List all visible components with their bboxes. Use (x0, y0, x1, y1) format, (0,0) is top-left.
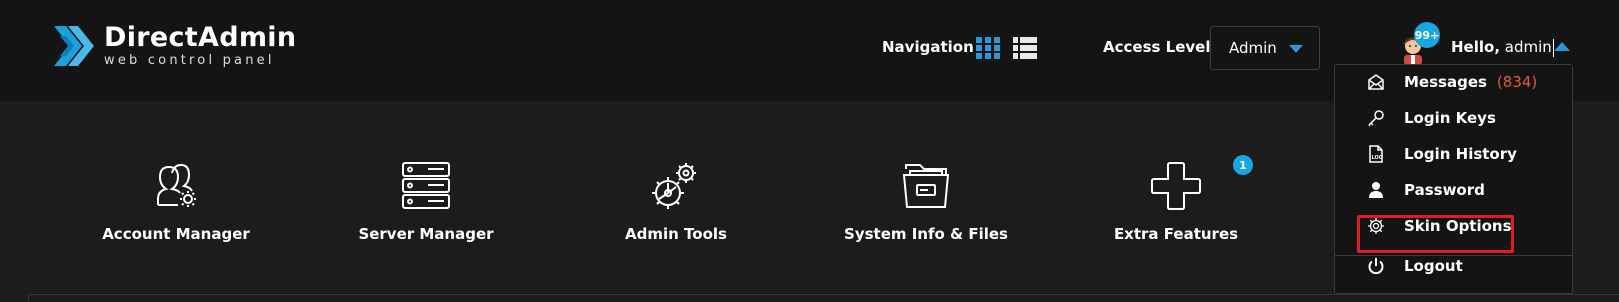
system-info-files-icon (902, 164, 950, 208)
user-icon (1369, 182, 1383, 198)
tile-server-manager[interactable]: Server Manager (326, 161, 526, 243)
menu-item-label: Skin Options (1404, 217, 1512, 235)
menu-item-label: Password (1404, 181, 1485, 199)
greeting-label: Hello, (1451, 38, 1501, 56)
menu-item-password[interactable]: Password (1335, 173, 1574, 207)
gear-icon (1368, 218, 1384, 234)
tile-label: Account Manager (102, 225, 250, 243)
power-icon (1368, 258, 1384, 275)
extra-features-icon (1151, 162, 1201, 210)
list-view-icon[interactable] (1013, 37, 1037, 59)
menu-item-label: Messages (834) (1404, 73, 1538, 91)
navigation-label: Navigation (882, 38, 974, 56)
brand-title: DirectAdmin (104, 22, 297, 53)
envelope-icon (1368, 74, 1384, 90)
caret-down-icon (1289, 45, 1303, 53)
tile-account-manager[interactable]: Account Manager (76, 161, 276, 243)
account-manager-icon (157, 163, 196, 207)
caret-up-icon[interactable] (1554, 42, 1570, 51)
directadmin-logo[interactable]: DirectAdmin web control panel (52, 20, 296, 72)
menu-item-label: Logout (1404, 257, 1463, 275)
username: admin (1504, 38, 1552, 56)
user-greeting[interactable]: Hello, admin (1451, 38, 1554, 57)
tile-label: Server Manager (358, 225, 494, 243)
tile-system-info-files[interactable]: System Info & Files (826, 161, 1026, 243)
tile-label: System Info & Files (844, 225, 1008, 243)
user-menu-dropdown: Messages (834) Login Keys LOG Login Histo… (1334, 64, 1573, 294)
access-level-value: Admin (1229, 39, 1277, 57)
server-manager-icon (402, 162, 450, 209)
tile-badge: 1 (1233, 155, 1253, 175)
log-file-icon: LOG (1369, 145, 1383, 163)
notification-badge: 99+ (1414, 22, 1440, 48)
grid-view-icon[interactable] (976, 37, 1000, 59)
menu-item-login-keys[interactable]: Login Keys (1335, 101, 1574, 135)
menu-item-label: Login Keys (1404, 109, 1496, 127)
content-panel (28, 294, 1619, 302)
message-count: (834) (1496, 73, 1538, 91)
brand-subtitle: web control panel (104, 53, 275, 68)
tile-label: Extra Features (1113, 225, 1239, 243)
tile-label: Admin Tools (625, 225, 727, 243)
menu-item-messages[interactable]: Messages (834) (1335, 65, 1574, 99)
admin-tools-icon (652, 163, 696, 209)
menu-item-login-history[interactable]: LOG Login History (1335, 137, 1574, 171)
access-level-select[interactable]: Admin (1210, 26, 1320, 70)
access-level-label: Access Level (1103, 38, 1211, 56)
svg-text:LOG: LOG (1372, 155, 1383, 161)
menu-item-skin-options[interactable]: Skin Options (1335, 209, 1574, 243)
key-icon (1368, 110, 1384, 127)
tile-admin-tools[interactable]: Admin Tools (576, 161, 776, 243)
menu-item-label: Login History (1404, 145, 1517, 163)
directadmin-logo-icon (54, 26, 94, 66)
tile-extra-features[interactable]: Extra Features 1 (1076, 155, 1276, 243)
menu-item-logout[interactable]: Logout (1335, 249, 1574, 283)
